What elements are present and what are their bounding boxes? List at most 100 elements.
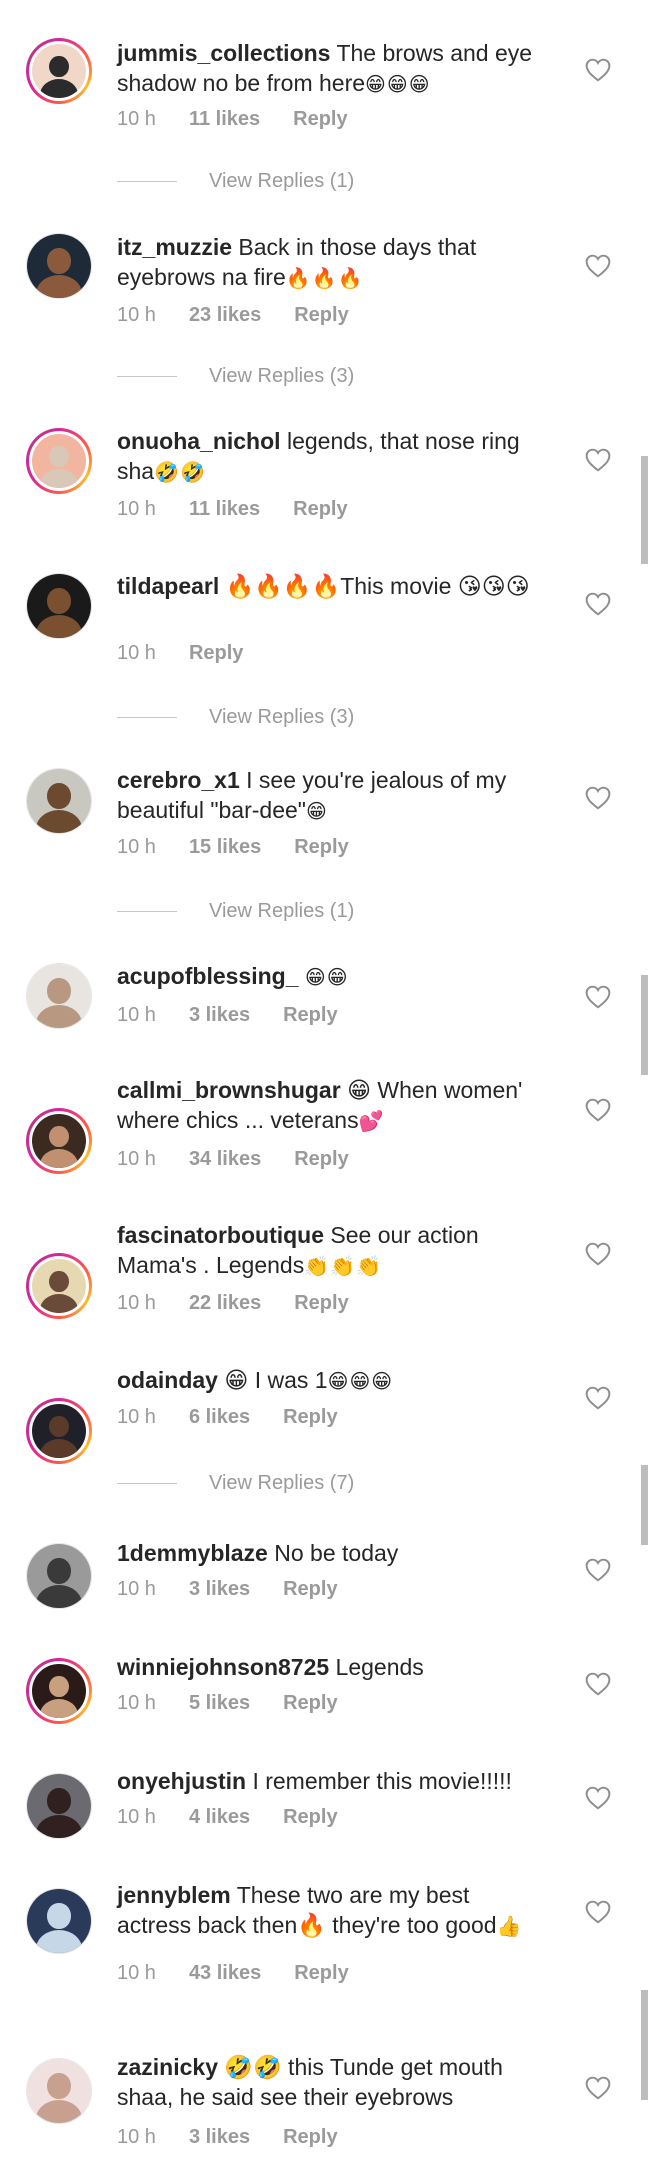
user-avatar[interactable] (26, 1773, 92, 1839)
comment-text: zazinicky 🤣🤣 this Tunde get mouth shaa, … (117, 2052, 547, 2114)
view-replies-link[interactable]: View Replies (1) (117, 170, 354, 193)
reply-button[interactable]: Reply (293, 108, 347, 131)
user-avatar[interactable] (26, 1658, 92, 1724)
comment-username[interactable]: acupofblessing_ (117, 963, 298, 989)
reply-button[interactable]: Reply (294, 1148, 348, 1171)
comment-emoji: 🤣🤣 (154, 462, 206, 484)
avatar-body-shape (35, 809, 83, 833)
comment-like-count[interactable]: 11 likes (189, 498, 260, 521)
reply-button[interactable]: Reply (283, 2126, 337, 2149)
heart-outline-icon[interactable] (585, 1900, 611, 1924)
reply-button[interactable]: Reply (294, 304, 348, 327)
comment-username[interactable]: 1demmyblaze (117, 1540, 268, 1566)
user-avatar[interactable] (26, 768, 92, 834)
comment-meta: 10 h 22 likes Reply (117, 1292, 382, 1315)
heart-outline-icon[interactable] (585, 1386, 611, 1410)
view-replies-link[interactable]: View Replies (3) (117, 706, 354, 729)
heart-outline-icon[interactable] (585, 1672, 611, 1696)
comment-like-count[interactable]: 34 likes (189, 1148, 261, 1171)
comment-username[interactable]: jennyblem (117, 1882, 231, 1908)
comment-meta: 10 h 15 likes Reply (117, 836, 382, 859)
comment-like-count[interactable]: 11 likes (189, 108, 260, 131)
comment-meta: 10 h 43 likes Reply (117, 1962, 382, 1985)
heart-outline-icon[interactable] (585, 786, 611, 810)
comment-username[interactable]: fascinatorboutique (117, 1222, 324, 1248)
avatar-frame (29, 41, 89, 101)
view-replies-label[interactable]: View Replies (3) (209, 365, 354, 387)
comment-like-count[interactable]: 6 likes (189, 1406, 250, 1429)
reply-button[interactable]: Reply (189, 642, 243, 665)
comment-username[interactable]: itz_muzzie (117, 234, 232, 260)
comment-like-count[interactable]: 5 likes (189, 1692, 250, 1715)
user-avatar[interactable] (26, 1398, 92, 1464)
avatar-photo (27, 234, 91, 298)
avatar-body-shape (35, 1929, 83, 1953)
comment-username[interactable]: onuoha_nichol (117, 428, 281, 454)
comment-timestamp: 10 h (117, 1962, 156, 1984)
avatar-body-shape (39, 1438, 79, 1458)
view-replies-link[interactable]: View Replies (3) (117, 365, 354, 388)
view-replies-link[interactable]: View Replies (7) (117, 1472, 354, 1495)
view-replies-label[interactable]: View Replies (3) (209, 706, 354, 728)
reply-button[interactable]: Reply (293, 498, 347, 521)
heart-outline-icon[interactable] (585, 1786, 611, 1810)
user-avatar[interactable] (26, 573, 92, 639)
avatar-body-shape (35, 1584, 83, 1608)
reply-button[interactable]: Reply (283, 1004, 337, 1027)
comment-like-count[interactable]: 3 likes (189, 1578, 250, 1601)
user-avatar[interactable] (26, 1543, 92, 1609)
heart-outline-icon[interactable] (585, 592, 611, 616)
comment-like-count[interactable]: 3 likes (189, 1004, 250, 1027)
avatar-face-shape (49, 55, 69, 78)
user-avatar[interactable] (26, 1253, 92, 1319)
user-avatar[interactable] (26, 428, 92, 494)
reply-button[interactable]: Reply (283, 1578, 337, 1601)
comment-username[interactable]: winniejohnson8725 (117, 1654, 329, 1680)
comment-username[interactable]: cerebro_x1 (117, 767, 240, 793)
heart-outline-icon[interactable] (585, 254, 611, 278)
reply-button[interactable]: Reply (283, 1806, 337, 1829)
comment-like-count[interactable]: 43 likes (189, 1962, 261, 1985)
reply-button[interactable]: Reply (283, 1692, 337, 1715)
comment-like-count[interactable]: 3 likes (189, 2126, 250, 2149)
heart-outline-icon[interactable] (585, 1242, 611, 1266)
heart-outline-icon[interactable] (585, 448, 611, 472)
user-avatar[interactable] (26, 233, 92, 299)
avatar-face-shape (47, 588, 71, 614)
comment-meta: 10 h 3 likes Reply (117, 2126, 371, 2149)
view-replies-link[interactable]: View Replies (1) (117, 900, 354, 923)
comment-username[interactable]: onyehjustin (117, 1768, 246, 1794)
comment-username[interactable]: odainday (117, 1367, 218, 1393)
heart-outline-icon[interactable] (585, 1558, 611, 1582)
comment-username[interactable]: tildapearl (117, 573, 219, 599)
user-avatar[interactable] (26, 1108, 92, 1174)
comment-like-count[interactable]: 4 likes (189, 1806, 250, 1829)
comment-body: Legends (335, 1654, 424, 1680)
user-avatar[interactable] (26, 38, 92, 104)
comment-username[interactable]: callmi_brownshugar (117, 1077, 341, 1103)
user-avatar[interactable] (26, 2058, 92, 2124)
view-replies-label[interactable]: View Replies (1) (209, 170, 354, 192)
scroll-indicator (641, 1465, 648, 1545)
comment-timestamp: 10 h (117, 1692, 156, 1714)
view-replies-label[interactable]: View Replies (7) (209, 1472, 354, 1494)
reply-button[interactable]: Reply (294, 1292, 348, 1315)
view-replies-label[interactable]: View Replies (1) (209, 900, 354, 922)
avatar-face-shape (49, 1675, 69, 1698)
avatar-face-shape (47, 2073, 71, 2099)
heart-outline-icon[interactable] (585, 1098, 611, 1122)
reply-button[interactable]: Reply (294, 1962, 348, 1985)
user-avatar[interactable] (26, 1888, 92, 1954)
heart-outline-icon[interactable] (585, 985, 611, 1009)
comment-like-count[interactable]: 22 likes (189, 1292, 261, 1315)
reply-button[interactable]: Reply (283, 1406, 337, 1429)
user-avatar[interactable] (26, 963, 92, 1029)
comment-username[interactable]: jummis_collections (117, 40, 330, 66)
avatar-body-shape (35, 2099, 83, 2123)
comment-username[interactable]: zazinicky (117, 2054, 218, 2080)
heart-outline-icon[interactable] (585, 58, 611, 82)
reply-button[interactable]: Reply (294, 836, 348, 859)
comment-like-count[interactable]: 15 likes (189, 836, 261, 859)
comment-like-count[interactable]: 23 likes (189, 304, 261, 327)
heart-outline-icon[interactable] (585, 2076, 611, 2100)
